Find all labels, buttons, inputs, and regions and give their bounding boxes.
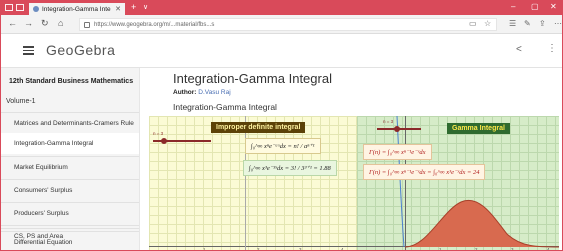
sidebar-item-integration-gamma[interactable]: Integration-Gamma Integral: [1, 133, 139, 154]
refresh-icon[interactable]: ↻: [41, 18, 49, 29]
reading-view-icon[interactable]: ▭: [469, 19, 477, 28]
tick-label: 1: [203, 247, 206, 251]
sidebar-item-matrices[interactable]: Matrices and Determinants-Cramers Rule: [1, 112, 139, 133]
gamma-area-fill: [405, 200, 559, 247]
geogebra-applet[interactable]: 1 2 3 4 n = 3 Improper definite integral…: [149, 116, 559, 251]
tick-label: 4: [341, 247, 344, 251]
improper-integral-banner: Improper definite integral: [211, 122, 306, 133]
sidebar-item-label: Market Equilibrium: [14, 163, 68, 171]
share-browser-icon[interactable]: ⇪: [539, 19, 546, 28]
main-content: Integration-Gamma Integral Author: D.Vas…: [141, 68, 562, 251]
notes-pen-icon[interactable]: ✎: [524, 19, 531, 28]
author-link[interactable]: D.Vasu Raj: [198, 89, 230, 96]
sidebar-item-label: Producers' Surplus: [14, 209, 69, 217]
author-line: Author: D.Vasu Raj: [173, 89, 231, 96]
sidebar-item-producers-surplus[interactable]: Producers' Surplus: [1, 202, 139, 223]
sidebar-item-label: Integration-Gamma Integral: [14, 140, 94, 147]
browser-tab-bar: Integration-Gamma Inte ✕ + ∨ – ▢ ✕: [1, 1, 562, 15]
slider-n-label: n = 3: [153, 131, 164, 136]
browser-window: Integration-Gamma Inte ✕ + ∨ – ▢ ✕ ← → ↻…: [0, 0, 563, 251]
right-slider-label: n = 3: [383, 119, 394, 124]
url-text: https://www.geogebra.org/m/...material/f…: [94, 21, 215, 28]
sidebar-item-differential-equation[interactable]: Differential Equation: [1, 231, 139, 250]
author-label: Author:: [173, 89, 197, 96]
geogebra-logo[interactable]: GeoGebra: [46, 42, 115, 58]
geogebra-favicon-icon: [33, 6, 39, 12]
gamma-integral-graph[interactable]: 1 2 3 4 n = 3 Gamma Integral Γ(n) = ∫₀^∞…: [357, 116, 559, 250]
favorites-hub-icon[interactable]: ☰: [509, 19, 516, 28]
tick-label: 3: [299, 247, 302, 251]
book-title[interactable]: 12th Standard Business Mathematics: [9, 78, 133, 85]
sidebar-item-label: Differential Equation: [14, 238, 73, 246]
formula-general: ∫₀^∞ xⁿe⁻ᵃˣdx = n! / aⁿ⁺¹: [245, 138, 321, 154]
improper-integral-graph[interactable]: 1 2 3 4 n = 3 Improper definite integral…: [149, 116, 357, 251]
back-icon[interactable]: ←: [8, 18, 17, 28]
share-icon[interactable]: <: [516, 44, 522, 55]
tab-preview-icon[interactable]: [16, 4, 24, 11]
more-options-icon[interactable]: ⋮: [547, 43, 557, 54]
gamma-definition: Γ(n) = ∫₀^∞ xⁿ⁻¹e⁻ˣdx: [363, 144, 432, 160]
more-browser-icon[interactable]: ⋯: [554, 19, 562, 28]
tab-actions-icon[interactable]: [5, 4, 13, 11]
gamma-curve-svg: [396, 116, 559, 248]
reference-curve: [396, 116, 405, 248]
sidebar-item-market-equilibrium[interactable]: Market Equilibrium: [1, 156, 139, 177]
forward-icon[interactable]: →: [24, 18, 33, 28]
maximize-icon[interactable]: ▢: [531, 2, 539, 11]
sidebar-item-label: Consumers' Surplus: [14, 186, 73, 194]
close-window-icon[interactable]: ✕: [550, 2, 557, 11]
activity-title: Integration-Gamma Integral: [173, 102, 277, 112]
tab-close-icon[interactable]: ✕: [115, 5, 121, 13]
address-bar: ← → ↻ ⌂ https://www.geogebra.org/m/...ma…: [1, 15, 562, 34]
book-sidebar: 12th Standard Business Mathematics Volum…: [1, 68, 140, 250]
gamma-evaluated: Γ(n) = ∫₀^∞ xⁿ⁻¹e⁻ˣdx = ∫₀^∞ x³e⁻ˣdx = 2…: [363, 164, 486, 180]
sidebar-item-label: Matrices and Determinants-Cramers Rule: [14, 119, 134, 127]
page-title: Integration-Gamma Integral: [173, 71, 332, 86]
sidebar-item-consumers-surplus[interactable]: Consumers' Surplus: [1, 179, 139, 200]
gamma-integral-banner: Gamma Integral: [447, 123, 510, 134]
volume-heading[interactable]: Volume-1: [6, 98, 36, 105]
tick-label: 2: [257, 247, 260, 251]
lock-icon: [84, 21, 90, 28]
url-field[interactable]: https://www.geogebra.org/m/...material/f…: [79, 18, 497, 31]
y-axis: [245, 116, 246, 250]
slider-n-handle[interactable]: [161, 138, 167, 144]
tab-title: Integration-Gamma Inte: [42, 5, 111, 13]
tab-list-icon[interactable]: ∨: [143, 3, 148, 11]
minimize-icon[interactable]: –: [511, 2, 515, 11]
formula-evaluated: ∫₀^∞ x³e⁻³ˣdx = 3! / 3³⁺¹ = 1.88: [243, 160, 337, 176]
tab-integration-gamma[interactable]: Integration-Gamma Inte ✕: [29, 3, 125, 15]
home-icon[interactable]: ⌂: [58, 18, 63, 28]
right-slider-handle[interactable]: [394, 126, 400, 132]
new-tab-icon[interactable]: +: [131, 2, 136, 12]
x-axis: [149, 246, 357, 247]
menu-icon[interactable]: [23, 46, 34, 55]
favorite-star-icon[interactable]: ☆: [484, 19, 491, 28]
geogebra-header: GeoGebra < ⋮: [1, 34, 562, 68]
